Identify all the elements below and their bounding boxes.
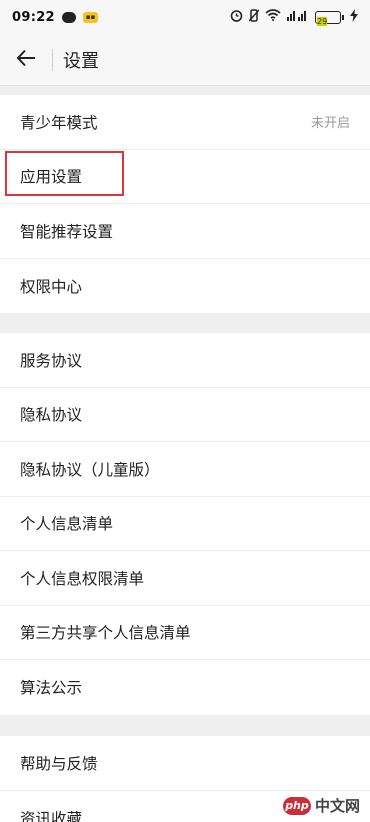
signal-icon <box>287 9 309 25</box>
app-badge-icon: ▪▪ <box>82 11 99 23</box>
setting-label: 智能推荐设置 <box>20 222 114 241</box>
setting-item-smart-recommend[interactable]: 智能推荐设置 <box>0 204 370 259</box>
watermark-logo: php <box>282 796 311 815</box>
setting-item-permission-center[interactable]: 权限中心 <box>0 259 370 314</box>
settings-section-agreements: 服务协议 隐私协议 隐私协议（儿童版） 个人信息清单 个人信息权限清单 第三方共… <box>0 333 370 715</box>
header-divider <box>52 48 53 71</box>
wechat-icon <box>61 11 76 23</box>
page-title: 设置 <box>63 50 99 72</box>
setting-label: 算法公示 <box>20 679 83 698</box>
mute-icon <box>248 8 260 26</box>
setting-label: 服务协议 <box>20 351 83 370</box>
setting-item-personal-info-permission-list[interactable]: 个人信息权限清单 <box>0 551 370 606</box>
setting-label: 权限中心 <box>20 277 83 296</box>
back-button[interactable] <box>0 34 52 86</box>
setting-item-personal-info-list[interactable]: 个人信息清单 <box>0 497 370 551</box>
setting-label: 第三方共享个人信息清单 <box>20 624 191 643</box>
setting-label: 个人信息清单 <box>20 515 114 534</box>
setting-item-privacy-policy-child[interactable]: 隐私协议（儿童版） <box>0 442 370 497</box>
settings-section-account: 青少年模式 未开启 应用设置 智能推荐设置 权限中心 <box>0 95 370 313</box>
top-nav-bar: 设置 <box>0 34 370 86</box>
setting-item-service-agreement[interactable]: 服务协议 <box>0 333 370 388</box>
status-time: 09:22 <box>12 9 55 25</box>
highlight-annotation-box <box>5 151 124 196</box>
battery-level: 29 <box>317 16 328 26</box>
setting-item-third-party-sharing-list[interactable]: 第三方共享个人信息清单 <box>0 606 370 660</box>
arrow-left-icon <box>16 49 36 71</box>
wifi-icon <box>265 9 281 25</box>
setting-label: 帮助与反馈 <box>20 754 98 773</box>
setting-label: 个人信息权限清单 <box>20 569 145 588</box>
setting-value: 未开启 <box>310 116 350 132</box>
battery-icon: 29 <box>315 10 344 26</box>
watermark: php 中文网 <box>282 795 360 816</box>
alarm-icon <box>230 9 243 26</box>
setting-item-privacy-policy[interactable]: 隐私协议 <box>0 388 370 442</box>
status-bar: 09:22 ▪▪ 29 <box>0 0 370 34</box>
setting-label: 青少年模式 <box>20 113 98 132</box>
setting-item-teen-mode[interactable]: 青少年模式 未开启 <box>0 95 370 150</box>
setting-item-algorithm-disclosure[interactable]: 算法公示 <box>0 660 370 715</box>
watermark-text: 中文网 <box>314 797 360 815</box>
setting-label: 资讯收藏 <box>20 809 83 822</box>
setting-item-help-feedback[interactable]: 帮助与反馈 <box>0 736 370 791</box>
charging-icon <box>350 8 358 26</box>
setting-label: 隐私协议 <box>20 406 83 425</box>
setting-label: 隐私协议（儿童版） <box>20 460 160 479</box>
